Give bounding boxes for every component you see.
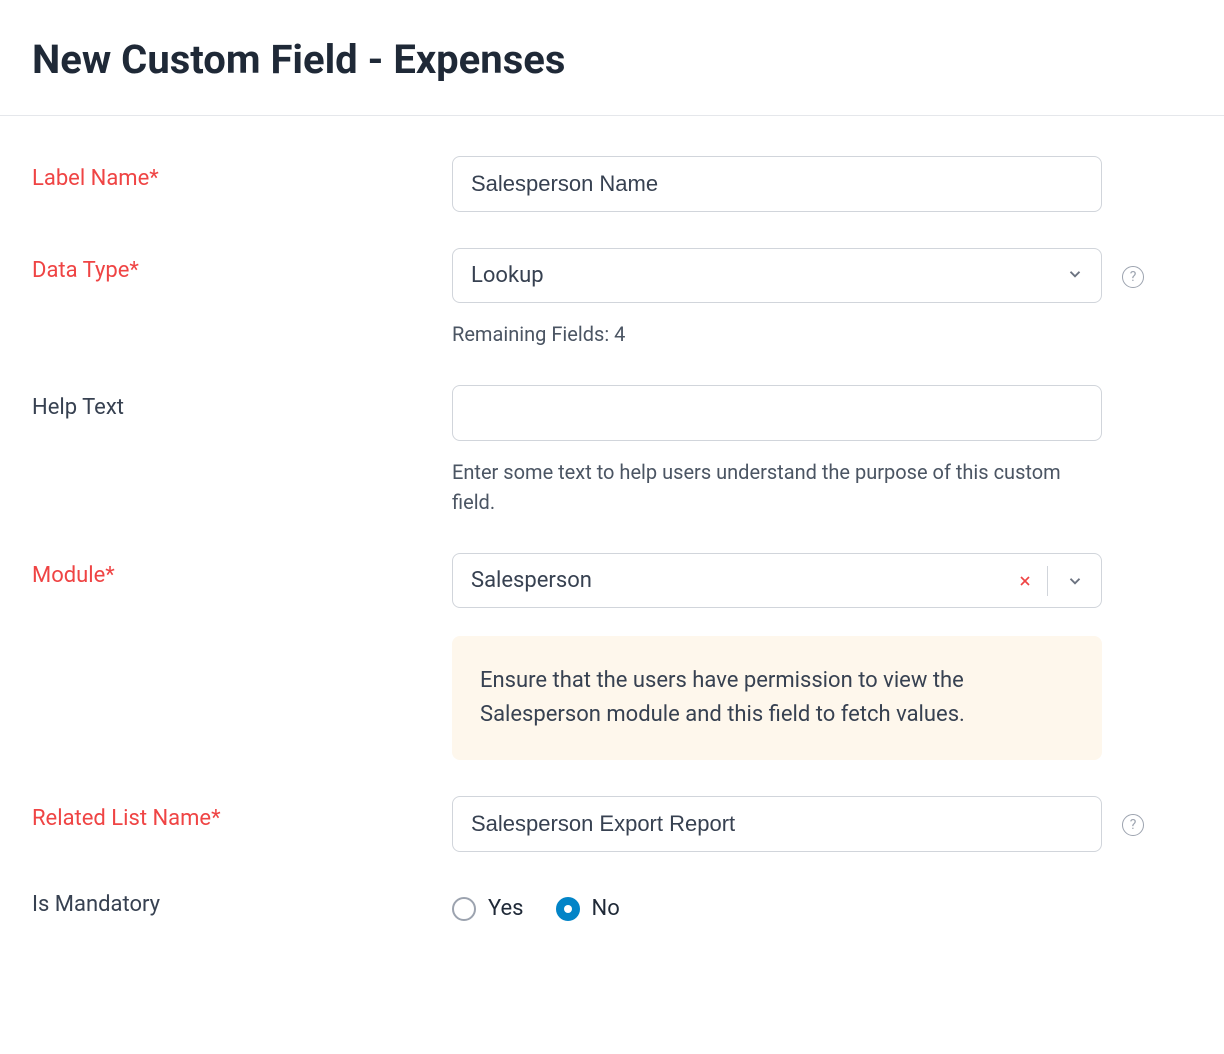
- row-module: Module* Salesperson Ensure that the user…: [32, 553, 1192, 760]
- row-help-text: Help Text Enter some text to help users …: [32, 385, 1192, 517]
- radio-no[interactable]: No: [556, 896, 620, 921]
- row-label-name: Label Name*: [32, 156, 1192, 212]
- data-type-value: Lookup: [471, 263, 544, 288]
- radio-no-label: No: [592, 896, 620, 921]
- help-text-hint: Enter some text to help users understand…: [452, 457, 1102, 517]
- related-list-name-input[interactable]: [452, 796, 1102, 852]
- row-is-mandatory: Is Mandatory Yes No: [32, 888, 1192, 921]
- module-label: Module*: [32, 563, 115, 588]
- module-dropdown-toggle[interactable]: [1048, 553, 1102, 608]
- close-icon: [1017, 573, 1033, 589]
- custom-field-form: Label Name* Data Type* Lookup Remaining …: [0, 116, 1224, 921]
- radio-circle-icon: [452, 897, 476, 921]
- page-title: New Custom Field - Expenses: [32, 36, 1192, 83]
- help-text-input[interactable]: [452, 385, 1102, 441]
- module-value: Salesperson: [471, 568, 592, 593]
- related-list-name-label: Related List Name*: [32, 806, 221, 831]
- row-data-type: Data Type* Lookup Remaining Fields: 4 ?: [32, 248, 1192, 349]
- data-type-select[interactable]: Lookup: [452, 248, 1102, 303]
- clear-module-button[interactable]: [1003, 553, 1047, 608]
- page-header: New Custom Field - Expenses: [0, 0, 1224, 116]
- radio-circle-icon: [556, 897, 580, 921]
- help-text-label: Help Text: [32, 395, 124, 420]
- data-type-remaining: Remaining Fields: 4: [452, 319, 1102, 349]
- label-name-input[interactable]: [452, 156, 1102, 212]
- module-permission-warning: Ensure that the users have permission to…: [452, 636, 1102, 760]
- radio-yes[interactable]: Yes: [452, 896, 524, 921]
- help-icon[interactable]: ?: [1122, 266, 1144, 288]
- is-mandatory-label: Is Mandatory: [32, 892, 160, 917]
- label-name-label: Label Name*: [32, 166, 159, 191]
- chevron-down-icon: [1066, 572, 1084, 590]
- radio-yes-label: Yes: [488, 896, 524, 921]
- row-related-list-name: Related List Name* ?: [32, 796, 1192, 852]
- data-type-label: Data Type*: [32, 258, 139, 283]
- is-mandatory-radio-group: Yes No: [452, 888, 1102, 921]
- help-icon[interactable]: ?: [1122, 814, 1144, 836]
